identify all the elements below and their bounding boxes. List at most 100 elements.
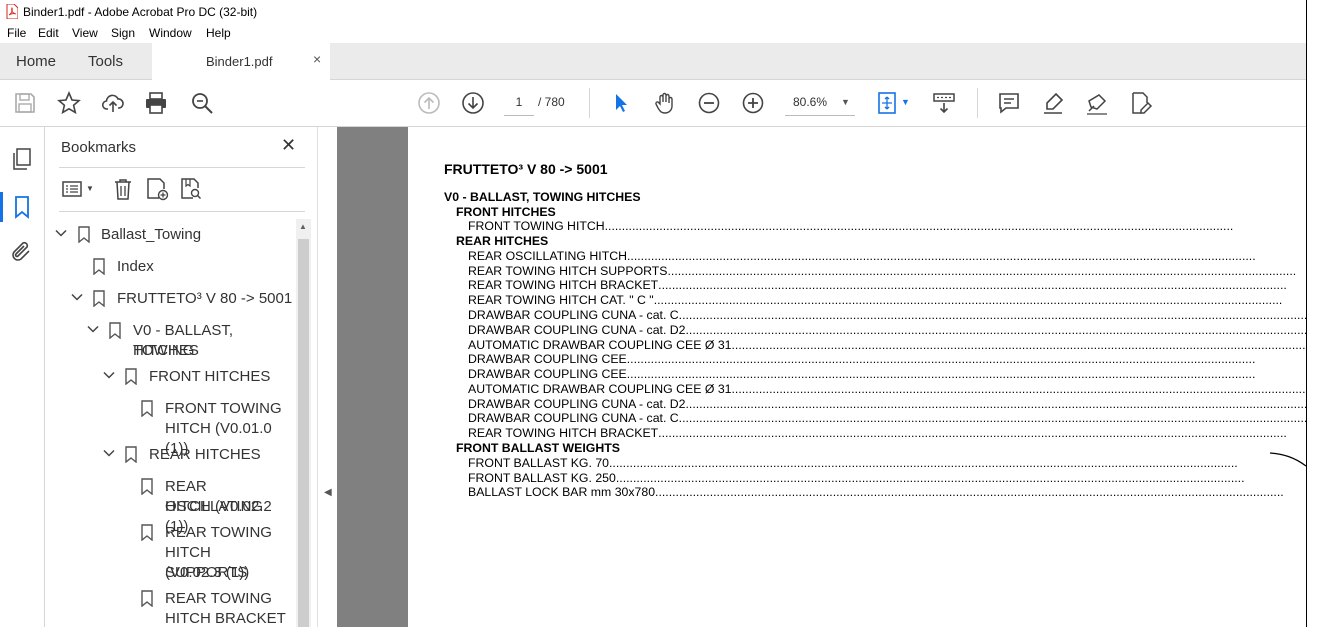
bookmark-label: REAR HITCHES bbox=[149, 446, 261, 463]
title-bar: Binder1.pdf - Adobe Acrobat Pro DC (32-b… bbox=[0, 0, 1331, 24]
keyboard-scroll-icon[interactable] bbox=[932, 91, 956, 115]
active-panel-indicator bbox=[0, 192, 3, 222]
page-total: / 780 bbox=[538, 95, 565, 109]
bookmark-icon bbox=[125, 446, 137, 463]
bookmark-label: FRUTTETO³ V 80 -> 5001 bbox=[117, 290, 293, 307]
doc-line-entry: DRAWBAR COUPLING CUNA - cat. D2.........… bbox=[468, 397, 1306, 411]
doc-line-heading: FRONT BALLAST WEIGHTS bbox=[456, 441, 620, 455]
bookmark-label-line1: REAR TOWING bbox=[165, 590, 272, 607]
close-panel-icon[interactable]: ✕ bbox=[281, 135, 296, 156]
bookmark-icon bbox=[141, 400, 153, 417]
select-cursor-icon[interactable] bbox=[608, 91, 632, 115]
bookmark-icon bbox=[125, 368, 137, 385]
bookmark-icon bbox=[141, 590, 153, 607]
bookmark-label-line1: REAR TOWING bbox=[165, 524, 272, 541]
chevron-down-icon[interactable] bbox=[87, 323, 99, 335]
divider bbox=[59, 211, 305, 212]
bookmark-icon bbox=[109, 322, 121, 339]
bookmark-ballast-towing[interactable]: Ballast_Towing bbox=[55, 226, 295, 246]
fit-page-dropdown-icon[interactable]: ▼ bbox=[901, 97, 910, 107]
zoom-out-icon[interactable] bbox=[697, 91, 721, 115]
zoom-in-icon[interactable] bbox=[741, 91, 765, 115]
close-tab-icon[interactable]: × bbox=[313, 51, 321, 67]
bookmarks-scrollbar[interactable]: ▲ bbox=[296, 219, 311, 627]
bookmark-toolbar: ▼ bbox=[59, 173, 305, 209]
bookmark-label: FRONT HITCHES bbox=[149, 368, 271, 385]
doc-line-entry: DRAWBAR COUPLING CEE....................… bbox=[468, 367, 1256, 381]
sign-pen-icon[interactable] bbox=[1085, 91, 1109, 115]
bookmark-rear-towing-hitch-bracket[interactable]: REAR TOWING HITCH BRACKET bbox=[141, 590, 295, 627]
fit-page-icon[interactable] bbox=[876, 91, 900, 115]
bookmark-rear-oscillating-hitch[interactable]: REAR OSCILLATING HITCH (V0.02.2 (1)) bbox=[141, 478, 295, 535]
bookmark-label-line3: (V0.02.3 (1)) bbox=[165, 564, 250, 581]
save-icon[interactable] bbox=[13, 91, 37, 115]
tab-home[interactable]: Home bbox=[16, 53, 56, 70]
zoom-level-select[interactable]: 80.6% ▼ bbox=[785, 89, 855, 116]
scroll-up-icon[interactable]: ▲ bbox=[299, 222, 307, 231]
menu-help[interactable]: Help bbox=[206, 26, 231, 40]
pdf-page: FRUTTETO³ V 80 -> 5001 V0 - BALLAST, TOW… bbox=[408, 127, 1308, 627]
page-thumbnails-icon[interactable] bbox=[10, 147, 34, 171]
pdf-file-icon bbox=[6, 4, 18, 19]
bookmark-rear-hitches[interactable]: REAR HITCHES bbox=[103, 446, 295, 466]
collapse-panel-icon[interactable]: ◀ bbox=[324, 487, 332, 498]
doc-line-entry: REAR TOWING HITCH SUPPORTS..............… bbox=[468, 264, 1297, 278]
bookmark-front-hitches[interactable]: FRONT HITCHES bbox=[103, 368, 295, 388]
document-title: FRUTTETO³ V 80 -> 5001 bbox=[444, 161, 608, 177]
chevron-down-icon[interactable] bbox=[103, 447, 115, 459]
next-page-icon[interactable] bbox=[461, 91, 485, 115]
print-icon[interactable] bbox=[144, 91, 168, 115]
delete-bookmark-icon[interactable] bbox=[111, 177, 135, 201]
highlighter-icon[interactable] bbox=[1041, 91, 1065, 115]
menu-sign[interactable]: Sign bbox=[111, 26, 135, 40]
attachments-icon[interactable] bbox=[10, 240, 34, 264]
chevron-down-icon: ▼ bbox=[841, 97, 850, 107]
zoom-search-icon[interactable] bbox=[190, 91, 214, 115]
doc-line-entry: BALLAST LOCK BAR mm 30x780..............… bbox=[468, 485, 1284, 499]
new-bookmark-icon[interactable] bbox=[145, 177, 169, 201]
bookmark-label-line2: HITCHES bbox=[133, 342, 199, 359]
panel-splitter[interactable]: ◀ bbox=[317, 127, 338, 627]
doc-line-entry: DRAWBAR COUPLING CUNA - cat. D2.........… bbox=[468, 323, 1306, 337]
hand-tool-icon[interactable] bbox=[653, 91, 677, 115]
previous-page-icon[interactable] bbox=[417, 91, 441, 115]
bookmark-icon bbox=[78, 226, 90, 243]
comment-icon[interactable] bbox=[997, 91, 1021, 115]
doc-line-entry: REAR OSCILLATING HITCH..................… bbox=[468, 249, 1256, 263]
chevron-down-icon[interactable] bbox=[71, 291, 83, 303]
options-menu-icon[interactable] bbox=[61, 177, 85, 201]
menu-view[interactable]: View bbox=[72, 26, 98, 40]
tab-tools[interactable]: Tools bbox=[88, 53, 123, 70]
outside-area bbox=[1307, 0, 1331, 627]
page-number-input[interactable]: 1 bbox=[504, 89, 534, 116]
menu-edit[interactable]: Edit bbox=[38, 26, 59, 40]
bookmark-label-line1: FRONT TOWING bbox=[165, 400, 282, 417]
bookmark-icon bbox=[93, 258, 105, 275]
chevron-down-icon[interactable] bbox=[103, 369, 115, 381]
menu-file[interactable]: File bbox=[7, 26, 26, 40]
bookmark-front-towing-hitch[interactable]: FRONT TOWING HITCH (V0.01.0 (1)) bbox=[141, 400, 295, 457]
toolbar: 1 / 780 80.6% ▼ ▼ bbox=[0, 80, 1306, 127]
doc-line-entry: DRAWBAR COUPLING CEE....................… bbox=[468, 352, 1256, 366]
menu-window[interactable]: Window bbox=[149, 26, 192, 40]
doc-line-entry: REAR TOWING HITCH BRACKET...............… bbox=[468, 278, 1287, 292]
chevron-down-icon[interactable] bbox=[55, 227, 67, 239]
star-icon[interactable] bbox=[57, 90, 81, 115]
edit-document-icon[interactable] bbox=[1129, 91, 1153, 115]
divider bbox=[59, 167, 305, 168]
upload-cloud-icon[interactable] bbox=[101, 91, 125, 115]
bookmark-rear-towing-hitch-supports[interactable]: REAR TOWING HITCH SUPPORTS (V0.02.3 (1)) bbox=[141, 524, 295, 584]
doc-line-entry: DRAWBAR COUPLING CUNA - cat. C..........… bbox=[468, 308, 1306, 322]
find-bookmark-icon[interactable] bbox=[179, 177, 203, 201]
bookmark-icon bbox=[93, 290, 105, 307]
options-dropdown-icon[interactable]: ▼ bbox=[86, 184, 94, 193]
bookmarks-panel-icon[interactable] bbox=[10, 195, 34, 219]
bookmark-frutteto[interactable]: FRUTTETO³ V 80 -> 5001 bbox=[71, 290, 295, 310]
scrollbar-thumb[interactable] bbox=[298, 239, 309, 627]
bookmark-v0-ballast[interactable]: V0 - BALLAST, TOWING HITCHES bbox=[87, 322, 295, 362]
tab-document[interactable]: Binder1.pdf × bbox=[152, 43, 330, 80]
doc-line-heading: REAR HITCHES bbox=[456, 234, 549, 248]
bookmark-index[interactable]: Index bbox=[93, 258, 293, 278]
doc-line-entry: AUTOMATIC DRAWBAR COUPLING CEE Ø 31.....… bbox=[468, 382, 1306, 396]
doc-line-heading: FRONT HITCHES bbox=[456, 205, 556, 219]
